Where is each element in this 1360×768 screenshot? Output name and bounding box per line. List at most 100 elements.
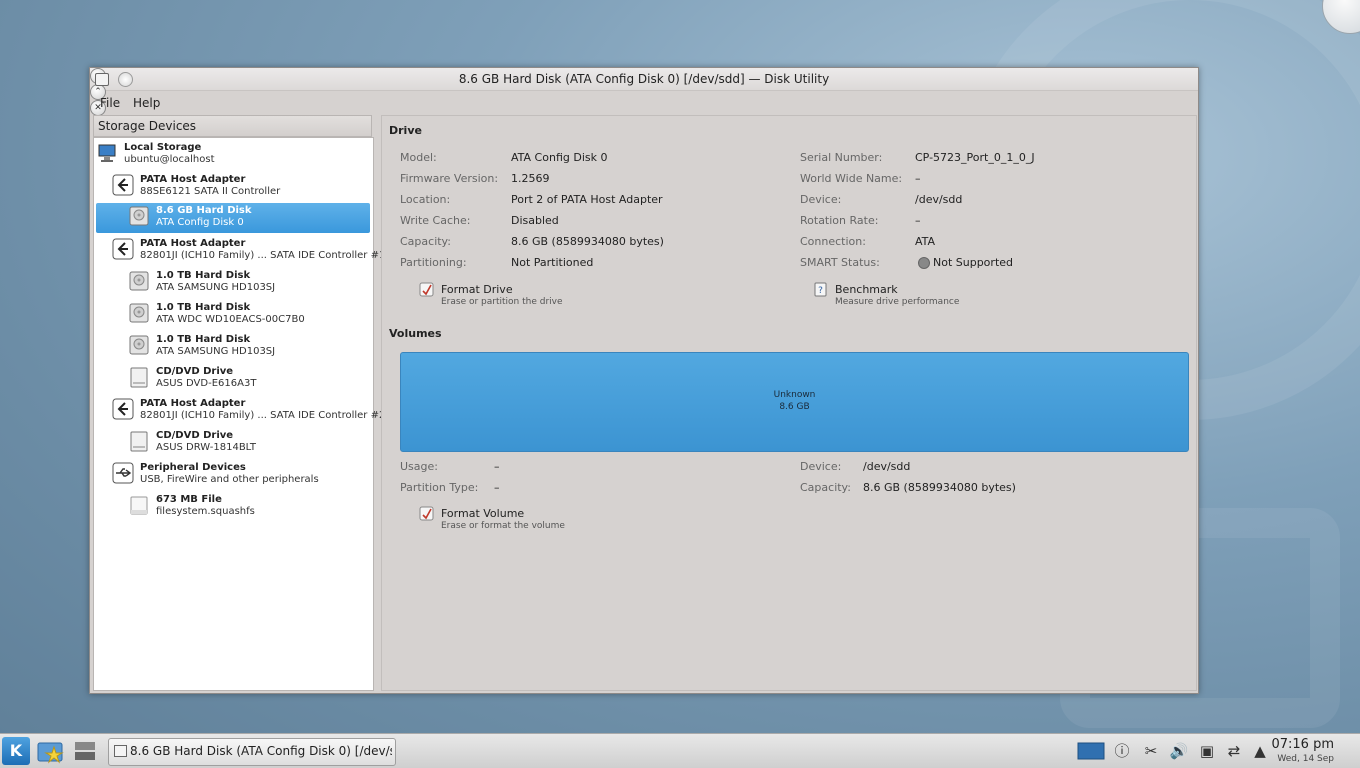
volume-device-value: /dev/sdd <box>863 460 911 473</box>
tree-item-1tb-disk-c[interactable]: 1.0 TB Hard Disk ATA SAMSUNG HD103SJ <box>128 332 370 362</box>
volume-type: Unknown <box>773 390 816 400</box>
volume-device-label: Device: <box>800 460 842 473</box>
device-notifier-icon[interactable]: ▣ <box>1197 741 1217 761</box>
disk-utility-window: 8.6 GB Hard Disk (ATA Config Disk 0) [/d… <box>89 67 1199 694</box>
volume-segment[interactable]: Unknown 8.6 GB <box>400 352 1189 452</box>
volume-size: 8.6 GB <box>779 402 810 412</box>
usage-label: Usage: <box>400 460 438 473</box>
pager-icon[interactable] <box>1077 741 1105 761</box>
taskbar: K 8.6 GB Hard Disk (ATA Config Disk 0) [… <box>0 733 1360 768</box>
volumes-heading: Volumes <box>389 327 442 340</box>
svg-text:?: ? <box>818 286 823 296</box>
volume-icon[interactable]: 🔊 <box>1169 741 1189 761</box>
tree-item-title: Local Storage <box>124 142 202 153</box>
tree-item-8-6gb-disk-selected[interactable]: 8.6 GB Hard Disk ATA Config Disk 0 <box>96 203 370 233</box>
tree-item-peripheral-devices[interactable]: Peripheral Devices USB, FireWire and oth… <box>112 460 370 490</box>
partitioning-label: Partitioning: <box>400 256 467 269</box>
tree-item-title: 1.0 TB Hard Disk <box>156 270 251 281</box>
task-label: 8.6 GB Hard Disk (ATA Config Disk 0) [/d… <box>130 744 392 758</box>
write-cache-label: Write Cache: <box>400 214 471 227</box>
tree-item-local-storage[interactable]: Local Storage ubuntu@localhost <box>96 140 370 170</box>
application-launcher-icon[interactable]: K <box>2 737 30 765</box>
tree-item-subtitle: filesystem.squashfs <box>156 506 255 517</box>
serial-value: CP-5723_Port_0_1_0_J <box>915 151 1035 164</box>
format-drive-desc: Erase or partition the drive <box>441 297 563 307</box>
tree-item-title: CD/DVD Drive <box>156 366 234 377</box>
usb-icon <box>112 462 134 484</box>
location-value: Port 2 of PATA Host Adapter <box>511 193 663 206</box>
tree-item-title: PATA Host Adapter <box>140 174 246 185</box>
window-icon <box>114 745 127 757</box>
serial-label: Serial Number: <box>800 151 883 164</box>
smart-label: SMART Status: <box>800 256 880 269</box>
window-title: 8.6 GB Hard Disk (ATA Config Disk 0) [/d… <box>458 72 830 86</box>
menu-file[interactable]: File <box>100 96 120 110</box>
show-desktop-icon[interactable] <box>74 740 96 762</box>
tree-item-dvd-drive-2[interactable]: CD/DVD Drive ASUS DRW-1814BLT <box>128 428 370 458</box>
storage-devices-header[interactable]: Storage Devices <box>93 115 372 137</box>
tree-item-title: 8.6 GB Hard Disk <box>156 205 252 216</box>
clock-time[interactable]: 07:16 pm <box>1271 737 1334 752</box>
smart-value: Not Supported <box>933 256 1014 269</box>
drive-heading: Drive <box>389 124 422 137</box>
tree-item-pata-adapter-2[interactable]: PATA Host Adapter 82801JI (ICH10 Family)… <box>112 236 385 266</box>
format-drive-icon <box>419 282 434 297</box>
tree-item-subtitle: 88SE6121 SATA II Controller <box>140 186 281 197</box>
partition-type-value: – <box>494 481 500 494</box>
tree-item-subtitle: ATA WDC WD10EACS-00C7B0 <box>156 314 305 325</box>
device-value: /dev/sdd <box>915 193 963 206</box>
format-volume-desc: Erase or format the volume <box>441 521 565 531</box>
tree-item-subtitle: 82801JI (ICH10 Family) ... SATA IDE Cont… <box>140 410 386 421</box>
adapter-icon <box>112 398 134 420</box>
hard-disk-icon <box>129 206 149 226</box>
menu-bar: File Help <box>90 91 1198 113</box>
storage-tree[interactable]: Local Storage ubuntu@localhost PATA Host… <box>93 137 385 691</box>
connection-value: ATA <box>915 235 936 248</box>
tree-item-subtitle: ubuntu@localhost <box>124 154 215 165</box>
tree-item-1tb-disk-a[interactable]: 1.0 TB Hard Disk ATA SAMSUNG HD103SJ <box>128 268 370 298</box>
partitioning-value: Not Partitioned <box>511 256 594 269</box>
location-label: Location: <box>400 193 451 206</box>
clipboard-scissors-icon[interactable]: ✂ <box>1141 741 1161 761</box>
tree-item-pata-adapter-1[interactable]: PATA Host Adapter 88SE6121 SATA II Contr… <box>112 172 370 202</box>
firmware-value: 1.2569 <box>511 172 550 185</box>
info-icon[interactable]: ⓘ <box>1112 741 1132 761</box>
wwn-label: World Wide Name: <box>800 172 903 185</box>
format-volume-icon <box>419 506 434 521</box>
adapter-icon <box>112 174 134 196</box>
tree-item-subtitle: ASUS DVD-E616A3T <box>156 378 257 389</box>
volume-segment-label: Unknown 8.6 GB <box>401 389 1188 413</box>
details-pane: Drive Model: ATA Config Disk 0 Firmware … <box>381 115 1197 691</box>
tree-item-subtitle: 82801JI (ICH10 Family) ... SATA IDE Cont… <box>140 250 386 261</box>
tree-item-subtitle: ASUS DRW-1814BLT <box>156 442 256 453</box>
tray-expand-icon[interactable]: ▲ <box>1250 741 1270 761</box>
format-drive-title: Format Drive <box>441 283 513 296</box>
tree-item-subtitle: USB, FireWire and other peripherals <box>140 474 319 485</box>
tree-item-title: 673 MB File <box>156 494 222 505</box>
format-volume-title: Format Volume <box>441 507 525 520</box>
tree-item-subtitle: ATA Config Disk 0 <box>156 217 244 228</box>
firmware-label: Firmware Version: <box>400 172 499 185</box>
clock-date[interactable]: Wed, 14 Sep <box>1277 754 1334 764</box>
tree-item-squashfs-file[interactable]: 673 MB File filesystem.squashfs <box>128 492 370 522</box>
capacity-value: 8.6 GB (8589934080 bytes) <box>511 235 664 248</box>
optical-drive-icon <box>130 367 148 388</box>
volume-capacity-label: Capacity: <box>800 481 851 494</box>
device-label: Device: <box>800 193 842 206</box>
tree-item-dvd-drive-1[interactable]: CD/DVD Drive ASUS DVD-E616A3T <box>128 364 370 394</box>
favorites-folder-icon[interactable] <box>36 737 66 765</box>
partition-type-label: Partition Type: <box>400 481 479 494</box>
usage-value: – <box>494 460 500 473</box>
network-icon[interactable]: ⇄ <box>1224 741 1244 761</box>
taskbar-task-disk-utility[interactable]: 8.6 GB Hard Disk (ATA Config Disk 0) [/d… <box>108 738 396 766</box>
smart-status-icon <box>918 257 930 269</box>
tree-item-1tb-disk-b[interactable]: 1.0 TB Hard Disk ATA WDC WD10EACS-00C7B0 <box>128 300 370 330</box>
tree-item-pata-adapter-3[interactable]: PATA Host Adapter 82801JI (ICH10 Family)… <box>112 396 385 426</box>
menu-help[interactable]: Help <box>133 96 160 110</box>
title-bar[interactable]: 8.6 GB Hard Disk (ATA Config Disk 0) [/d… <box>90 68 1198 116</box>
pane-splitter[interactable] <box>372 115 379 689</box>
storage-devices-pane: Storage Devices Local Storage ubuntu@loc… <box>93 115 385 691</box>
model-label: Model: <box>400 151 437 164</box>
hard-disk-icon <box>129 303 149 323</box>
file-icon <box>130 496 148 515</box>
